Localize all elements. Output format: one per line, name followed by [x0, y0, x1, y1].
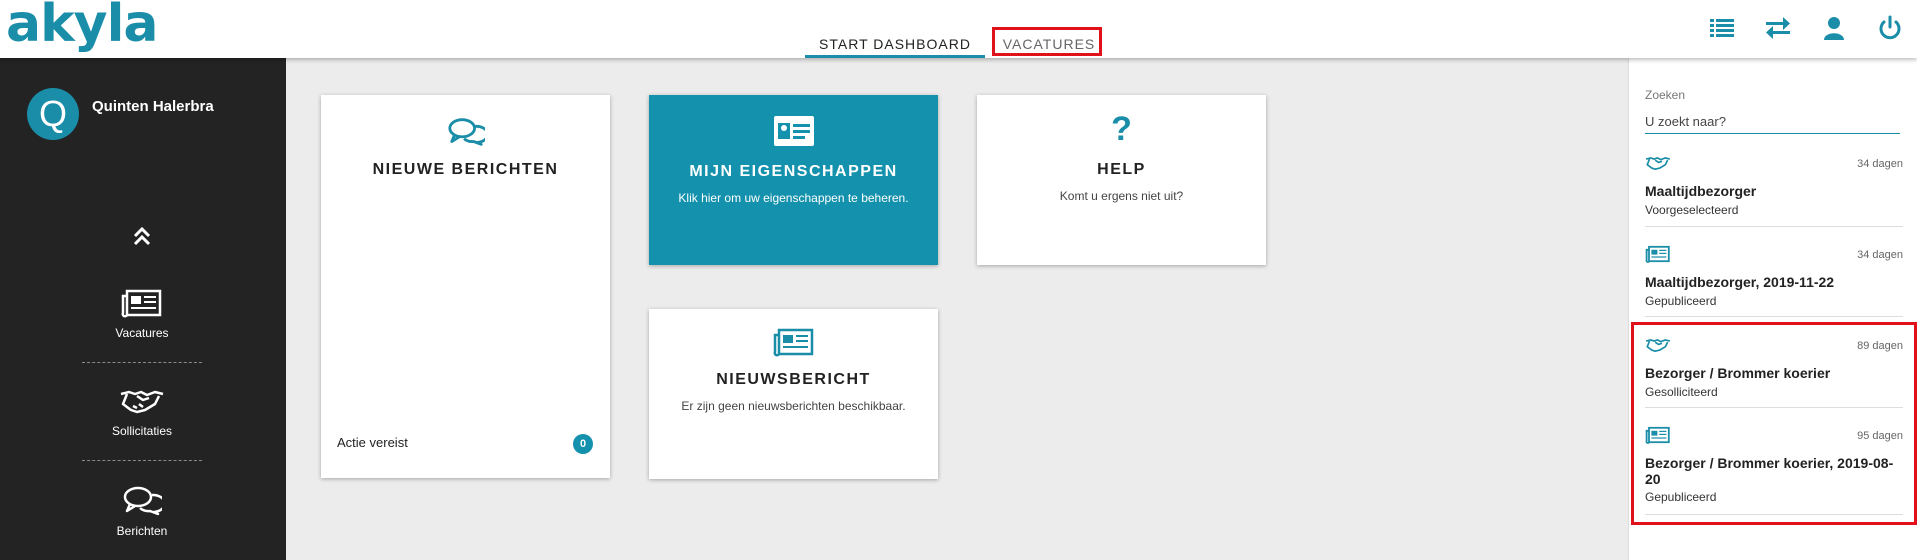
card-title: NIEUWSBERICHT	[716, 371, 871, 388]
days-ago: 89 dagen	[1857, 340, 1903, 352]
divider	[1645, 514, 1903, 515]
tab-start-dashboard[interactable]: START DASHBOARD	[805, 34, 985, 58]
activity-title: Maaltijdbezorger, 2019-11-22	[1645, 274, 1835, 290]
activity-item-maaltijdbezorger[interactable]: 34 dagen Maaltijdbezorger Voorgeselectee…	[1645, 154, 1903, 234]
activity-title: Maaltijdbezorger	[1645, 183, 1757, 199]
sidebar-item-berichten[interactable]: Berichten	[82, 486, 202, 538]
chat-bubbles-icon	[123, 486, 162, 516]
newspaper-icon	[1645, 245, 1670, 263]
swap-arrows-icon[interactable]	[1764, 14, 1792, 42]
nav-divider	[82, 362, 202, 363]
newspaper-icon	[121, 289, 162, 318]
divider	[1645, 407, 1903, 408]
handshake-icon	[1645, 157, 1671, 171]
activity-item-bezorger-brommer-koerier-2019-08-20[interactable]: 95 dagen Bezorger / Brommer koerier, 201…	[1645, 426, 1903, 516]
card-title: MIJN EIGENSCHAPPEN	[689, 163, 898, 180]
handshake-icon	[1645, 339, 1671, 353]
search-input[interactable]	[1645, 109, 1900, 134]
card-nieuwsbericht[interactable]: NIEUWSBERICHT Er zijn geen nieuwsbericht…	[649, 309, 938, 479]
sidebar-item-label: Berichten	[116, 524, 168, 538]
days-ago: 34 dagen	[1857, 158, 1903, 170]
divider	[1645, 226, 1903, 227]
activity-status: Gesolliciteerd	[1645, 385, 1718, 399]
activity-status: Gepubliceerd	[1645, 294, 1717, 308]
chat-bubbles-icon	[447, 118, 485, 146]
activity-status: Gepubliceerd	[1645, 490, 1717, 504]
sidebar: Q Quinten Halerbra Vacatures Sollicitati…	[0, 58, 286, 560]
id-card-icon	[773, 116, 814, 146]
user-name[interactable]: Quinten Halerbra	[92, 98, 214, 115]
sidebar-item-label: Sollicitaties	[111, 424, 173, 438]
nav-divider	[82, 460, 202, 461]
tab-vacatures-highlight	[992, 27, 1102, 56]
action-required-label: Actie vereist	[337, 435, 408, 450]
sidebar-item-label: Vacatures	[115, 326, 169, 340]
card-nieuwe-berichten[interactable]: NIEUWE BERICHTEN Actie vereist 0	[321, 95, 610, 478]
card-help[interactable]: ? HELP Komt u ergens niet uit?	[977, 95, 1266, 265]
akyla-logo[interactable]: akyla	[6, 0, 158, 54]
newspaper-icon	[773, 328, 813, 357]
card-title: NIEUWE BERICHTEN	[372, 161, 559, 178]
card-subtitle: Klik hier om uw eigenschappen te beheren…	[678, 191, 909, 205]
sidebar-item-sollicitaties[interactable]: Sollicitaties	[82, 386, 202, 438]
top-bar: akyla START DASHBOARD VACATURES	[0, 0, 1917, 58]
sidebar-item-vacatures[interactable]: Vacatures	[82, 288, 202, 340]
user-icon[interactable]	[1820, 14, 1848, 42]
card-title: HELP	[1097, 161, 1146, 178]
newspaper-icon	[1645, 426, 1670, 444]
card-subtitle: Komt u ergens niet uit?	[1059, 189, 1184, 203]
power-icon[interactable]	[1876, 14, 1904, 42]
list-icon[interactable]	[1708, 14, 1736, 42]
count-badge: 0	[573, 434, 593, 454]
activity-item-maaltijdbezorger-2019-11-22[interactable]: 34 dagen Maaltijdbezorger, 2019-11-22 Ge…	[1645, 245, 1903, 325]
handshake-icon	[120, 390, 164, 414]
card-subtitle: Er zijn geen nieuwsberichten beschikbaar…	[681, 399, 906, 413]
chevron-double-up-icon[interactable]	[130, 223, 154, 249]
card-mijn-eigenschappen[interactable]: MIJN EIGENSCHAPPEN Klik hier om uw eigen…	[649, 95, 938, 265]
days-ago: 34 dagen	[1857, 249, 1903, 261]
question-icon: ?	[1111, 110, 1132, 148]
search-label: Zoeken	[1645, 88, 1686, 102]
activity-title: Bezorger / Brommer koerier, 2019-08-20	[1645, 455, 1894, 487]
days-ago: 95 dagen	[1857, 430, 1903, 442]
activity-title: Bezorger / Brommer koerier	[1645, 365, 1831, 381]
activity-panel: Zoeken 34 dagen Maaltijdbezorger Voorges…	[1628, 58, 1917, 560]
activity-item-bezorger-brommer-koerier[interactable]: 89 dagen Bezorger / Brommer koerier Geso…	[1645, 336, 1903, 416]
divider	[1645, 316, 1903, 317]
activity-status: Voorgeselecteerd	[1645, 203, 1739, 217]
avatar[interactable]: Q	[27, 88, 79, 140]
